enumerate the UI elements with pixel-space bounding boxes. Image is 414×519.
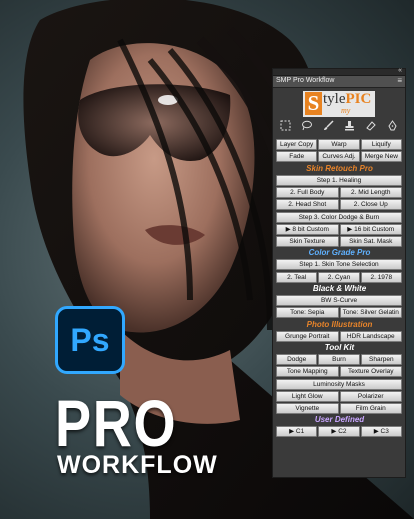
smp-pro-workflow-panel: « SMP Pro Workflow ≡ S tylePIC my Layer … xyxy=(272,67,406,478)
stamp-icon[interactable] xyxy=(343,120,356,133)
light-glow-button[interactable]: Light Glow xyxy=(276,390,339,402)
lasso-icon[interactable] xyxy=(300,120,313,133)
film-grain-button[interactable]: Film Grain xyxy=(339,403,402,415)
pro-title: PRO xyxy=(55,386,178,460)
photoshop-logo-text: Ps xyxy=(70,321,110,358)
logo-s-block: S xyxy=(305,92,322,115)
texture-overlay-button[interactable]: Texture Overlay xyxy=(339,366,402,378)
16-bit-custom-button[interactable]: ▶ 16 bit Custom xyxy=(339,223,402,235)
step-1-skin-tone-selection-button[interactable]: Step 1. Skin Tone Selection xyxy=(276,259,402,271)
section-header-photo-illustration: Photo Illustration xyxy=(306,319,373,329)
sharpen-button[interactable]: Sharpen xyxy=(360,353,402,365)
warp-button[interactable]: Warp xyxy=(318,139,360,150)
pen-icon[interactable] xyxy=(386,120,399,133)
c2-button[interactable]: ▶ C2 xyxy=(318,426,360,438)
vignette-button[interactable]: Vignette xyxy=(276,403,339,415)
grunge-portrait-button[interactable]: Grunge Portrait xyxy=(276,330,339,342)
2-head-shot-button[interactable]: 2. Head Shot xyxy=(276,199,339,211)
panel-tab[interactable]: SMP Pro Workflow ≡ xyxy=(273,76,405,88)
skin-sat-mask-button[interactable]: Skin Sat. Mask xyxy=(339,236,402,248)
section-header-black-white: Black & White xyxy=(312,284,367,293)
section-header-tool-kit: Tool Kit xyxy=(324,342,355,352)
hdr-landscape-button[interactable]: HDR Landscape xyxy=(339,330,402,342)
logo-wordmark: tylePIC xyxy=(323,92,371,107)
tool-icon-row xyxy=(273,120,405,133)
brush-icon[interactable] xyxy=(322,120,335,133)
2-close-up-button[interactable]: 2. Close Up xyxy=(339,199,402,211)
photoshop-logo: Ps xyxy=(55,306,125,374)
8-bit-custom-button[interactable]: ▶ 8 bit Custom xyxy=(276,223,339,235)
logo-my: my xyxy=(341,106,351,115)
layer-copy-button[interactable]: Layer Copy xyxy=(276,139,318,150)
section-header-color-grade-pro: Color Grade Pro xyxy=(308,248,371,258)
polarizer-button[interactable]: Polarizer xyxy=(339,390,402,402)
burn-button[interactable]: Burn xyxy=(318,353,360,365)
merge-new-button[interactable]: Merge New xyxy=(360,151,402,163)
tone-sepia-button[interactable]: Tone: Sepia xyxy=(276,307,339,319)
tone-mapping-button[interactable]: Tone Mapping xyxy=(276,366,339,378)
skin-texture-button[interactable]: Skin Texture xyxy=(276,236,339,248)
2-teal-button[interactable]: 2. Teal xyxy=(276,271,318,283)
logo-pic: PIC xyxy=(345,91,372,107)
eraser-icon[interactable] xyxy=(364,120,377,133)
logo-tyle: tyle xyxy=(323,91,346,107)
2-cyan-button[interactable]: 2. Cyan xyxy=(318,271,360,283)
collapse-panel-icon[interactable]: « xyxy=(398,67,402,74)
rect-marquee-icon[interactable] xyxy=(279,120,292,133)
panel-title-bar: « xyxy=(273,67,405,76)
liquify-button[interactable]: Liquify xyxy=(360,139,402,150)
step-3-color-dodge-burn-button[interactable]: Step 3. Color Dodge & Burn xyxy=(276,211,402,223)
c1-button[interactable]: ▶ C1 xyxy=(276,426,318,438)
2-full-body-button[interactable]: 2. Full Body xyxy=(276,186,339,198)
2-mid-length-button[interactable]: 2. Mid Length xyxy=(339,186,402,198)
curves-adj-button[interactable]: Curves Adj. xyxy=(318,151,360,163)
workflow-title: WORKFLOW xyxy=(57,451,218,479)
dodge-button[interactable]: Dodge xyxy=(276,353,318,365)
luminosity-masks-button[interactable]: Luminosity Masks xyxy=(276,378,402,390)
step-1-healing-button[interactable]: Step 1. Healing xyxy=(276,174,402,186)
section-header-skin-retouch-pro: Skin Retouch Pro xyxy=(306,163,373,173)
bw-s-curve-button[interactable]: BW S-Curve xyxy=(276,295,402,306)
section-header-user-defined: User Defined xyxy=(314,415,365,425)
panel-menu-icon[interactable]: ≡ xyxy=(397,76,402,85)
c3-button[interactable]: ▶ C3 xyxy=(360,426,402,438)
stylemypic-logo: S tylePIC my xyxy=(303,91,375,117)
2-1978-button[interactable]: 2. 1978 xyxy=(360,271,402,283)
panel-tab-label: SMP Pro Workflow xyxy=(276,77,335,84)
fade-button[interactable]: Fade xyxy=(276,151,318,163)
tone-silver-gelatin-button[interactable]: Tone: Silver Gelatin xyxy=(339,307,402,319)
